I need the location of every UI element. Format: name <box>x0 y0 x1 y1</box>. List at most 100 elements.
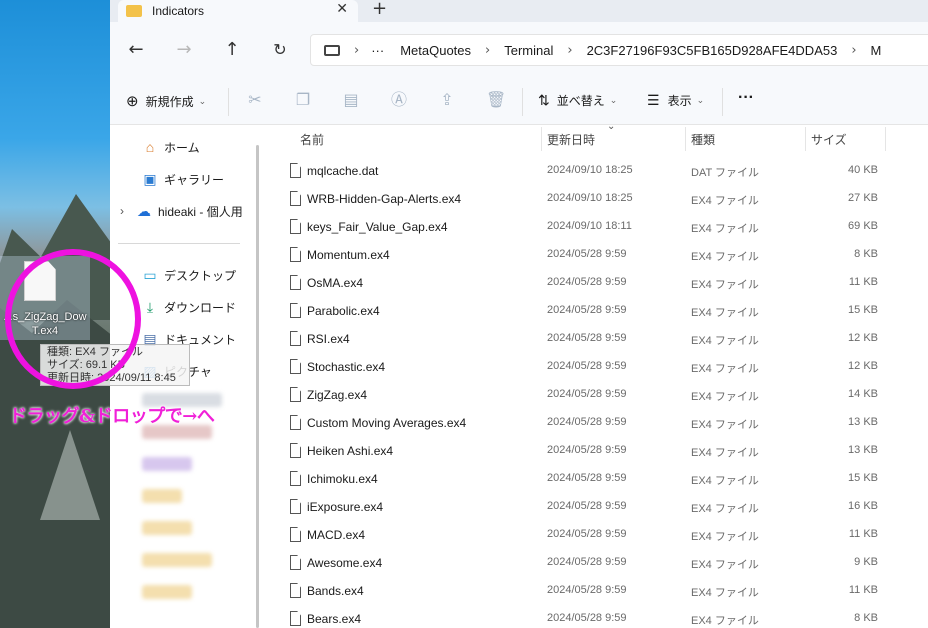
file-name: Bands.ex4 <box>307 584 364 598</box>
file-type: EX4 ファイル <box>691 307 759 319</box>
column-name[interactable]: 名前 <box>300 131 324 148</box>
breadcrumb-chevron-icon[interactable]: › <box>851 43 856 58</box>
file-icon <box>290 387 301 402</box>
file-size: 8 KB <box>854 248 878 260</box>
column-size[interactable]: サイズ <box>811 131 847 148</box>
file-icon <box>290 471 301 486</box>
view-button[interactable]: ☰ 表示 ⌄ <box>647 92 704 109</box>
breadcrumb-mql4[interactable]: M <box>871 43 882 58</box>
sort-icon: ⇅ <box>538 92 550 108</box>
file-icon <box>24 261 56 301</box>
column-separator[interactable] <box>885 127 886 151</box>
breadcrumb-metaquotes[interactable]: MetaQuotes <box>400 43 471 58</box>
expand-chevron-icon[interactable]: › <box>120 204 124 218</box>
file-icon <box>290 415 301 430</box>
file-name: Bears.ex4 <box>307 612 362 626</box>
more-options-button[interactable]: ··· <box>738 89 754 107</box>
column-separator[interactable] <box>685 127 686 151</box>
table-row[interactable]: Stochastic.ex4 2024/05/28 9:59 EX4 ファイル 12 … <box>260 353 928 381</box>
column-type[interactable]: 種類 <box>691 131 715 148</box>
file-icon <box>290 191 301 206</box>
table-row[interactable]: Parabolic.ex4 2024/05/28 9:59 EX4 ファイル 15 K… <box>260 297 928 325</box>
table-row[interactable]: Ichimoku.ex4 2024/05/28 9:59 EX4 ファイル 15 KB <box>260 465 928 493</box>
new-button[interactable]: ⊕ 新規作成 ⌄ <box>126 92 206 110</box>
table-row[interactable]: iExposure.ex4 2024/05/28 9:59 EX4 ファイル 16 K… <box>260 493 928 521</box>
column-separator[interactable] <box>541 127 542 151</box>
new-tab-button[interactable]: + <box>372 0 387 18</box>
nav-scrollbar[interactable] <box>256 145 259 628</box>
file-date: 2024/05/28 9:59 <box>547 276 627 288</box>
address-breadcrumb[interactable]: › ··· MetaQuotes › Terminal › 2C3F27196F… <box>310 34 928 66</box>
file-list: 名前 ⌄ 更新日時 種類 サイズ mqlcache.dat 2024/09/10 … <box>260 121 928 628</box>
breadcrumb-terminal-id[interactable]: 2C3F27196F93C5FB165D928AFE4DDA53 <box>587 43 838 58</box>
nav-item-onedrive[interactable]: › ☁ hideaki - 個人用 <box>120 199 260 223</box>
command-bar: ⊕ 新規作成 ⌄ ✂ ❐ ▤ Ⓐ ⇪ 🗑 ⇅ 並べ替え ⌄ ☰ 表示 ⌄ ··· <box>110 78 928 125</box>
cut-icon[interactable]: ✂ <box>246 91 264 109</box>
close-icon[interactable]: ✕ <box>336 1 348 17</box>
table-row[interactable]: Bands.ex4 2024/05/28 9:59 EX4 ファイル 11 KB <box>260 577 928 605</box>
blurred-nav-item[interactable] <box>142 489 182 503</box>
paste-icon[interactable]: ▤ <box>342 91 360 109</box>
nav-item-label: ダウンロード <box>164 300 237 315</box>
file-size: 13 KB <box>848 444 878 456</box>
forward-arrow-icon[interactable]: → <box>172 39 196 63</box>
breadcrumb-terminal[interactable]: Terminal <box>504 43 553 58</box>
refresh-icon[interactable]: ↻ <box>268 39 292 63</box>
breadcrumb-chevron-icon[interactable]: › <box>354 43 359 58</box>
file-icon <box>290 499 301 514</box>
breadcrumb-chevron-icon[interactable]: › <box>485 43 490 58</box>
rename-icon[interactable]: Ⓐ <box>390 91 408 109</box>
breadcrumb-chevron-icon[interactable]: › <box>567 43 572 58</box>
this-pc-icon[interactable] <box>324 44 340 56</box>
file-icon <box>290 331 301 346</box>
nav-item-label: ギャラリー <box>164 172 225 187</box>
share-icon[interactable]: ⇪ <box>438 91 456 109</box>
tooltip-size: サイズ: 69.1 KB <box>47 359 125 371</box>
table-row[interactable]: RSI.ex4 2024/05/28 9:59 EX4 ファイル 12 KB <box>260 325 928 353</box>
table-row[interactable]: Momentum.ex4 2024/05/28 9:59 EX4 ファイル 8 KB <box>260 241 928 269</box>
file-type: EX4 ファイル <box>691 363 759 375</box>
table-row[interactable]: keys_Fair_Value_Gap.ex4 2024/09/10 18:11 E… <box>260 213 928 241</box>
file-date: 2024/05/28 9:59 <box>547 528 627 540</box>
tab-indicators[interactable]: Indicators ✕ <box>118 0 358 22</box>
file-date: 2024/05/28 9:59 <box>547 360 627 372</box>
file-icon <box>290 247 301 262</box>
table-row[interactable]: WRB-Hidden-Gap-Alerts.ex4 2024/09/10 18:2… <box>260 185 928 213</box>
file-size: 15 KB <box>848 472 878 484</box>
file-date: 2024/05/28 9:59 <box>547 472 627 484</box>
blurred-nav-item[interactable] <box>142 553 212 567</box>
column-date[interactable]: 更新日時 <box>547 131 595 148</box>
drag-drop-caption: ドラッグ&ドロップで→へ <box>9 406 215 427</box>
table-row[interactable]: Custom Moving Averages.ex4 2024/05/28 9:5… <box>260 409 928 437</box>
back-arrow-icon[interactable]: ← <box>124 39 148 63</box>
column-separator[interactable] <box>805 127 806 151</box>
delete-icon[interactable]: 🗑 <box>486 91 506 109</box>
table-row[interactable]: MACD.ex4 2024/05/28 9:59 EX4 ファイル 11 KB <box>260 521 928 549</box>
toolbar-divider <box>722 88 723 116</box>
table-row[interactable]: mqlcache.dat 2024/09/10 18:25 DAT ファイル 40 K… <box>260 157 928 185</box>
table-row[interactable]: Bears.ex4 2024/05/28 9:59 EX4 ファイル 8 KB <box>260 605 928 628</box>
tab-title: Indicators <box>152 4 205 18</box>
file-icon <box>290 359 301 374</box>
file-size: 11 KB <box>848 528 878 540</box>
blurred-nav-item[interactable] <box>142 457 192 471</box>
file-type: EX4 ファイル <box>691 587 759 599</box>
copy-icon[interactable]: ❐ <box>294 91 312 109</box>
file-icon <box>290 275 301 290</box>
new-button-label: 新規作成 <box>145 94 194 109</box>
file-name: Stochastic.ex4 <box>307 360 386 374</box>
table-row[interactable]: Awesome.ex4 2024/05/28 9:59 EX4 ファイル 9 KB <box>260 549 928 577</box>
up-arrow-icon[interactable]: ↑ <box>220 39 244 63</box>
table-row[interactable]: ZigZag.ex4 2024/05/28 9:59 EX4 ファイル 14 KB <box>260 381 928 409</box>
file-size: 8 KB <box>854 612 878 624</box>
sort-button[interactable]: ⇅ 並べ替え ⌄ <box>538 92 617 109</box>
toolbar-divider <box>522 88 523 116</box>
file-icon <box>290 583 301 598</box>
file-type: EX4 ファイル <box>691 503 759 515</box>
breadcrumb-more[interactable]: ··· <box>371 43 384 58</box>
table-row[interactable]: Heiken Ashi.ex4 2024/05/28 9:59 EX4 ファイル 13… <box>260 437 928 465</box>
blurred-nav-item[interactable] <box>142 521 192 535</box>
dragged-file[interactable]: ...s_ZigZag_Dow T.ex4 <box>0 256 90 340</box>
blurred-nav-item[interactable] <box>142 585 192 599</box>
table-row[interactable]: OsMA.ex4 2024/05/28 9:59 EX4 ファイル 11 KB <box>260 269 928 297</box>
